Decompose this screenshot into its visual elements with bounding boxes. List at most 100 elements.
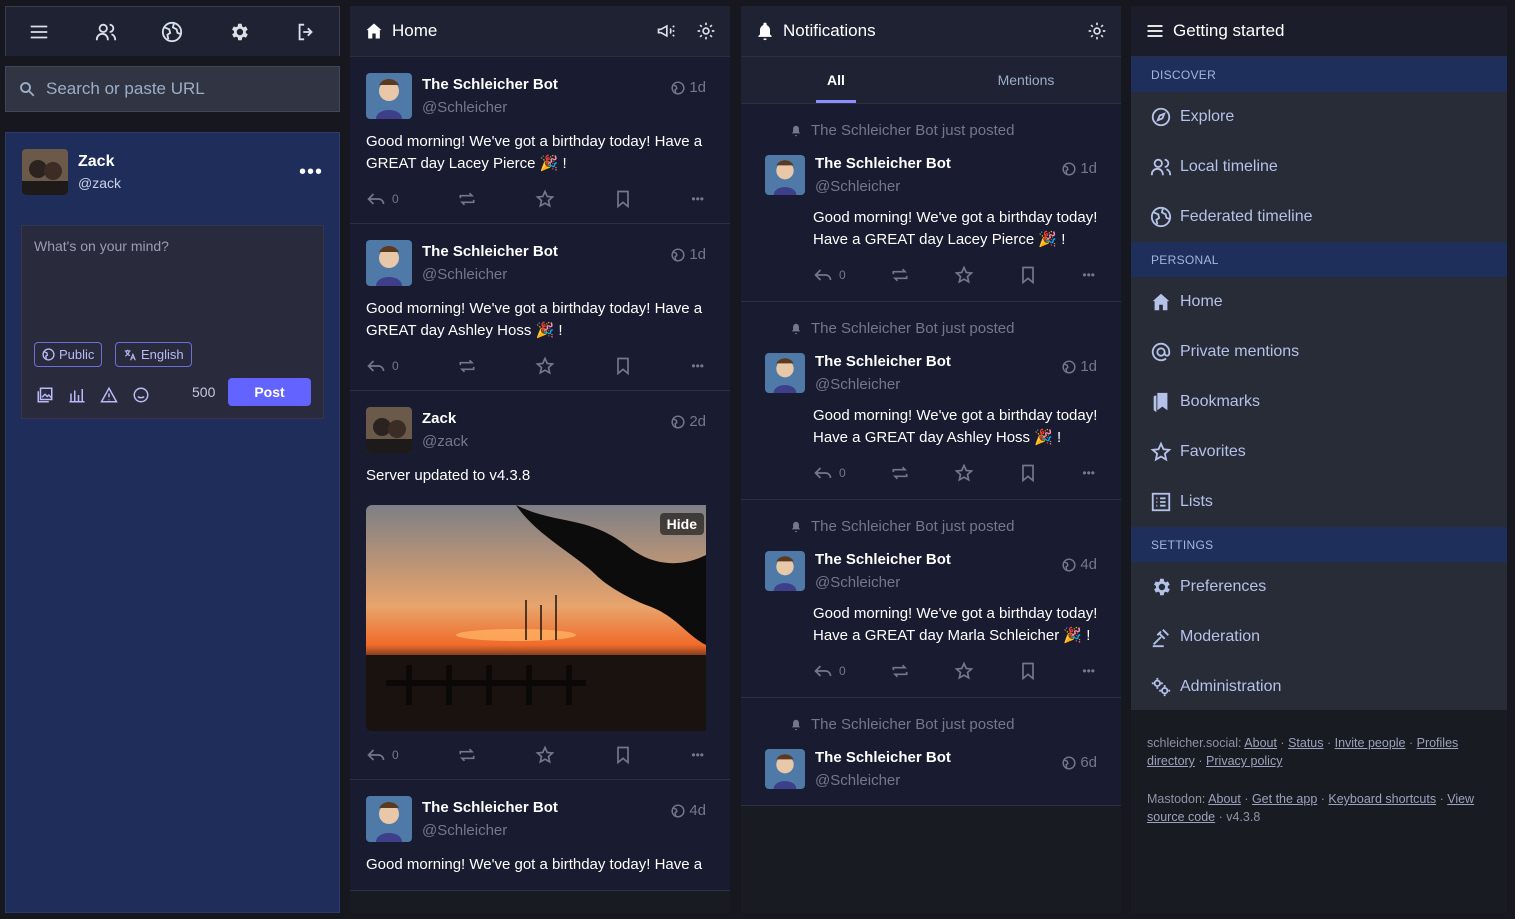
language-button[interactable]: English bbox=[115, 342, 192, 367]
nav-explore[interactable]: Explore bbox=[1131, 92, 1507, 142]
nav-favorites[interactable]: Favorites bbox=[1131, 427, 1507, 477]
footer-link-mastodon-about[interactable]: About bbox=[1208, 792, 1241, 806]
nav-private-mentions[interactable]: Private mentions bbox=[1131, 327, 1507, 377]
footer-link-about[interactable]: About bbox=[1244, 736, 1277, 750]
favorite-icon[interactable] bbox=[954, 661, 974, 681]
display-name[interactable]: The Schleicher Bot bbox=[422, 243, 558, 260]
account-handle[interactable]: @zack bbox=[422, 433, 468, 450]
reply-button[interactable]: 0 bbox=[366, 189, 399, 209]
visibility-button[interactable]: Public bbox=[34, 342, 103, 367]
gear-icon[interactable] bbox=[228, 21, 250, 43]
emoji-icon[interactable] bbox=[132, 386, 150, 404]
status-card[interactable]: Zack @zack 2d Server updated to v4.3.8 H… bbox=[350, 391, 730, 780]
favorite-icon[interactable] bbox=[954, 265, 974, 285]
tab-all[interactable]: All bbox=[741, 57, 931, 103]
avatar[interactable] bbox=[366, 240, 412, 286]
display-name[interactable]: The Schleicher Bot bbox=[815, 551, 951, 568]
search-input[interactable]: Search or paste URL bbox=[5, 66, 340, 112]
bookmark-icon[interactable] bbox=[1018, 463, 1038, 483]
avatar[interactable] bbox=[366, 407, 412, 453]
warning-icon[interactable] bbox=[100, 386, 118, 404]
display-name[interactable]: The Schleicher Bot bbox=[815, 155, 951, 172]
status-card[interactable]: The Schleicher Bot @Schleicher 4d Good m… bbox=[350, 780, 730, 891]
avatar[interactable] bbox=[366, 73, 412, 119]
profile-handle[interactable]: @zack bbox=[78, 175, 121, 191]
display-name[interactable]: The Schleicher Bot bbox=[422, 76, 558, 93]
getting-started-header[interactable]: Getting started bbox=[1131, 6, 1507, 57]
status-card[interactable]: The Schleicher Bot @Schleicher 1d Good m… bbox=[350, 57, 730, 224]
hide-media-button[interactable]: Hide bbox=[659, 513, 704, 535]
more-icon[interactable]: ••• bbox=[1082, 466, 1095, 480]
timestamp[interactable]: 1d bbox=[1062, 358, 1097, 375]
avatar[interactable] bbox=[765, 155, 805, 195]
more-icon[interactable]: ••• bbox=[691, 359, 704, 373]
notification-item[interactable]: The Schleicher Bot just posted The Schle… bbox=[741, 698, 1121, 806]
favorite-icon[interactable] bbox=[535, 356, 555, 376]
home-header[interactable]: Home bbox=[350, 6, 730, 57]
avatar[interactable] bbox=[765, 749, 805, 789]
nav-home[interactable]: Home bbox=[1131, 277, 1507, 327]
reply-button[interactable]: 0 bbox=[366, 745, 399, 765]
more-icon[interactable]: ••• bbox=[1082, 268, 1095, 282]
more-icon[interactable]: ••• bbox=[1082, 664, 1095, 678]
bookmark-icon[interactable] bbox=[613, 745, 633, 765]
media-attachment[interactable]: Hide bbox=[366, 505, 714, 731]
nav-local-timeline[interactable]: Local timeline bbox=[1131, 142, 1507, 192]
notifications-header[interactable]: Notifications bbox=[741, 6, 1121, 57]
timestamp[interactable]: 4d bbox=[671, 802, 706, 819]
settings-icon[interactable] bbox=[696, 21, 716, 41]
timestamp[interactable]: 1d bbox=[671, 246, 706, 263]
account-handle[interactable]: @Schleicher bbox=[815, 376, 951, 393]
timestamp[interactable]: 4d bbox=[1062, 556, 1097, 573]
boost-icon[interactable] bbox=[457, 745, 477, 765]
avatar[interactable] bbox=[22, 149, 68, 195]
tab-mentions[interactable]: Mentions bbox=[931, 57, 1121, 103]
nav-bookmarks[interactable]: Bookmarks bbox=[1131, 377, 1507, 427]
notification-item[interactable]: The Schleicher Bot just posted The Schle… bbox=[741, 500, 1121, 698]
bookmark-icon[interactable] bbox=[1018, 265, 1038, 285]
avatar[interactable] bbox=[765, 353, 805, 393]
footer-link-shortcuts[interactable]: Keyboard shortcuts bbox=[1328, 792, 1436, 806]
bookmark-icon[interactable] bbox=[613, 356, 633, 376]
timestamp[interactable]: 6d bbox=[1062, 754, 1097, 771]
avatar[interactable] bbox=[765, 551, 805, 591]
boost-icon[interactable] bbox=[457, 356, 477, 376]
reply-button[interactable]: 0 bbox=[813, 265, 846, 285]
display-name[interactable]: The Schleicher Bot bbox=[815, 353, 951, 370]
settings-icon[interactable] bbox=[1087, 21, 1107, 41]
more-icon[interactable]: ••• bbox=[691, 748, 704, 762]
timestamp[interactable]: 1d bbox=[671, 79, 706, 96]
announcements-icon[interactable] bbox=[656, 21, 676, 41]
footer-link-status[interactable]: Status bbox=[1288, 736, 1323, 750]
people-icon[interactable] bbox=[95, 21, 117, 43]
compose-box[interactable]: What's on your mind? Public English 500 … bbox=[21, 225, 324, 419]
profile-name[interactable]: Zack bbox=[78, 153, 121, 171]
post-button[interactable]: Post bbox=[228, 378, 311, 406]
menu-icon[interactable] bbox=[28, 21, 50, 43]
favorite-icon[interactable] bbox=[954, 463, 974, 483]
account-handle[interactable]: @Schleicher bbox=[815, 178, 951, 195]
account-handle[interactable]: @Schleicher bbox=[422, 266, 558, 283]
account-handle[interactable]: @Schleicher bbox=[815, 574, 951, 591]
more-icon[interactable]: ••• bbox=[299, 161, 323, 184]
more-icon[interactable]: ••• bbox=[691, 192, 704, 206]
favorite-icon[interactable] bbox=[535, 189, 555, 209]
reply-button[interactable]: 0 bbox=[813, 463, 846, 483]
account-handle[interactable]: @Schleicher bbox=[422, 99, 558, 116]
display-name[interactable]: The Schleicher Bot bbox=[422, 799, 558, 816]
avatar[interactable] bbox=[366, 796, 412, 842]
nav-preferences[interactable]: Preferences bbox=[1131, 562, 1507, 612]
boost-icon[interactable] bbox=[890, 661, 910, 681]
nav-administration[interactable]: Administration bbox=[1131, 662, 1507, 712]
notification-item[interactable]: The Schleicher Bot just posted The Schle… bbox=[741, 302, 1121, 500]
bookmark-icon[interactable] bbox=[1018, 661, 1038, 681]
globe-icon[interactable] bbox=[161, 21, 183, 43]
status-card[interactable]: The Schleicher Bot @Schleicher 1d Good m… bbox=[350, 224, 730, 391]
logout-icon[interactable] bbox=[295, 21, 317, 43]
nav-moderation[interactable]: Moderation bbox=[1131, 612, 1507, 662]
account-handle[interactable]: @Schleicher bbox=[422, 822, 558, 839]
timestamp[interactable]: 2d bbox=[671, 413, 706, 430]
reply-button[interactable]: 0 bbox=[366, 356, 399, 376]
favorite-icon[interactable] bbox=[535, 745, 555, 765]
boost-icon[interactable] bbox=[890, 265, 910, 285]
